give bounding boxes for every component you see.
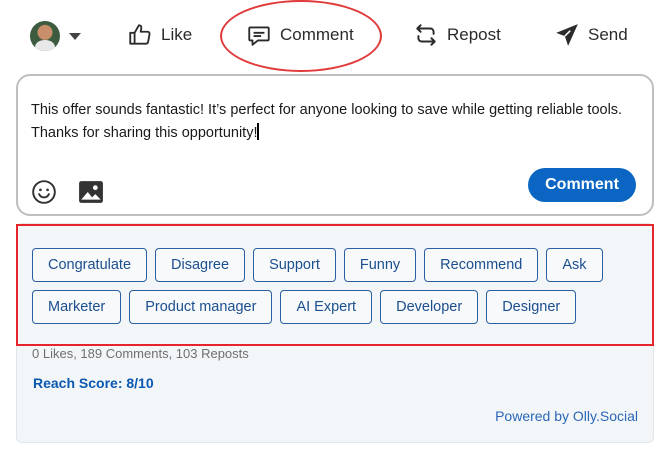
like-label: Like bbox=[161, 25, 193, 44]
post-action-bar: Like Comment Repost Send bbox=[0, 0, 672, 72]
chip-congratulate[interactable]: Congratulate bbox=[32, 248, 148, 282]
comment-button[interactable]: Comment bbox=[246, 20, 354, 50]
emoji-icon[interactable] bbox=[31, 179, 57, 205]
comment-submit-button[interactable]: Comment bbox=[528, 168, 636, 202]
avatar bbox=[30, 21, 60, 51]
send-button[interactable]: Send bbox=[554, 20, 628, 50]
persona-chip-row: Marketer Product manager AI Expert Devel… bbox=[32, 290, 577, 324]
comment-input-text: This offer sounds fantastic! It’s perfec… bbox=[31, 102, 623, 141]
chip-product-manager[interactable]: Product manager bbox=[129, 290, 273, 324]
tone-chip-row: Congratulate Disagree Support Funny Reco… bbox=[32, 248, 603, 282]
comment-input[interactable]: This offer sounds fantastic! It’s perfec… bbox=[31, 99, 641, 145]
chip-disagree[interactable]: Disagree bbox=[155, 248, 246, 282]
post-stats: 0 Likes, 189 Comments, 103 Reposts bbox=[32, 346, 249, 361]
chevron-down-icon bbox=[69, 32, 81, 40]
chip-recommend[interactable]: Recommend bbox=[424, 248, 539, 282]
text-cursor bbox=[257, 123, 259, 140]
powered-by-link[interactable]: Powered by Olly.Social bbox=[495, 408, 638, 424]
comment-composer[interactable]: This offer sounds fantastic! It’s perfec… bbox=[16, 74, 654, 216]
reach-score: Reach Score: 8/10 bbox=[33, 375, 154, 391]
thumbs-up-icon bbox=[129, 24, 151, 45]
comment-label: Comment bbox=[280, 25, 354, 44]
like-button[interactable]: Like bbox=[127, 20, 192, 50]
chip-designer[interactable]: Designer bbox=[486, 290, 577, 324]
send-label: Send bbox=[588, 25, 628, 44]
send-icon bbox=[556, 24, 578, 46]
chip-funny[interactable]: Funny bbox=[343, 248, 417, 282]
chip-ai-expert[interactable]: AI Expert bbox=[280, 290, 373, 324]
chip-ask[interactable]: Ask bbox=[546, 248, 603, 282]
chip-marketer[interactable]: Marketer bbox=[32, 290, 122, 324]
comment-icon bbox=[248, 26, 270, 46]
repost-icon bbox=[416, 24, 436, 46]
chip-support[interactable]: Support bbox=[253, 248, 336, 282]
chip-developer[interactable]: Developer bbox=[380, 290, 479, 324]
repost-button[interactable]: Repost bbox=[413, 20, 501, 50]
image-icon[interactable] bbox=[78, 180, 104, 204]
actor-switcher[interactable] bbox=[30, 21, 81, 51]
repost-label: Repost bbox=[447, 25, 501, 44]
